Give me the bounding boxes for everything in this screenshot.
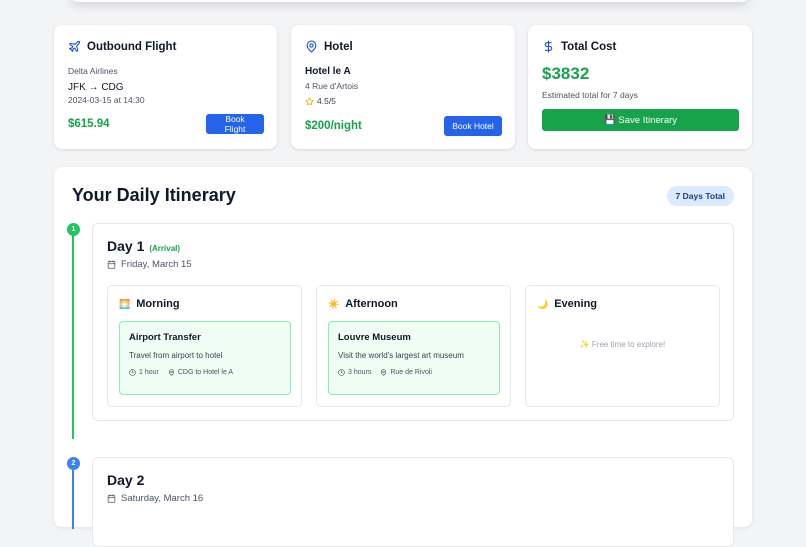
activity-duration-text: 1 hour xyxy=(139,369,159,376)
morning-label: Morning xyxy=(136,298,180,310)
afternoon-header: ☀️ Afternoon xyxy=(328,298,398,310)
plane-icon xyxy=(69,40,81,52)
day-1-title: Day 1 (Arrival) xyxy=(107,238,180,254)
day-2-card: Day 2 Saturday, March 16 xyxy=(92,457,734,547)
timeline-line-day-1 xyxy=(72,235,74,439)
activity-location: CDG to Hotel le A xyxy=(168,369,233,376)
calendar-icon xyxy=(107,494,116,503)
days-total-badge: 7 Days Total xyxy=(666,186,734,206)
flight-card-title: Outbound Flight xyxy=(87,40,177,53)
day-1-card: Day 1 (Arrival) Friday, March 15 🌅 Morni… xyxy=(92,223,734,421)
day-1-label: Day 1 xyxy=(107,238,145,254)
day-2-marker: 2 xyxy=(67,457,80,470)
activity-location-text: CDG to Hotel le A xyxy=(177,369,234,376)
cost-card: Total Cost $3832 Estimated total for 7 d… xyxy=(528,25,752,149)
book-flight-button[interactable]: Book Flight xyxy=(206,114,264,134)
day-1-tag: (Arrival) xyxy=(149,244,181,253)
clock-icon xyxy=(338,369,345,376)
morning-period: 🌅 Morning Airport Transfer Travel from a… xyxy=(107,285,302,407)
hotel-card-header: Hotel xyxy=(305,40,353,53)
itinerary-title: Your Daily Itinerary xyxy=(72,185,236,205)
book-hotel-button[interactable]: Book Hotel xyxy=(444,116,502,136)
map-pin-icon xyxy=(168,369,175,376)
activity-card-louvre-museum[interactable]: Louvre Museum Visit the world's largest … xyxy=(328,321,500,395)
activity-title: Louvre Museum xyxy=(338,332,411,343)
day-1-marker: 1 xyxy=(67,223,80,236)
activity-duration: 1 hour xyxy=(129,369,159,376)
itinerary-panel: Your Daily Itinerary 7 Days Total 1 2 Da… xyxy=(54,167,752,547)
afternoon-period: ☀️ Afternoon Louvre Museum Visit the wor… xyxy=(316,285,511,407)
map-pin-icon xyxy=(306,40,317,53)
evening-label: Evening xyxy=(554,298,598,310)
hotel-name: Hotel le A xyxy=(305,66,351,77)
flight-datetime: 2024-03-15 at 14:30 xyxy=(68,95,145,105)
hotel-price: $200/night xyxy=(305,120,362,132)
activity-duration: 3 hours xyxy=(338,369,371,376)
sunrise-icon: 🌅 xyxy=(119,298,131,309)
map-pin-icon xyxy=(381,369,387,376)
save-itinerary-button[interactable]: 💾 Save Itinerary xyxy=(542,109,739,131)
hotel-card-title: Hotel xyxy=(324,40,353,53)
cost-card-header: Total Cost xyxy=(542,40,616,53)
activity-duration-text: 3 hours xyxy=(348,369,372,376)
activity-title: Airport Transfer xyxy=(129,332,201,343)
flight-route: JFK → CDG xyxy=(68,82,124,93)
star-icon xyxy=(305,96,314,105)
morning-header: 🌅 Morning xyxy=(119,298,180,310)
timeline-line-day-2 xyxy=(72,469,74,529)
day-2-label: Day 2 xyxy=(107,472,145,488)
flight-card-header: Outbound Flight xyxy=(68,40,176,53)
clock-icon xyxy=(129,369,136,376)
afternoon-label: Afternoon xyxy=(345,298,398,310)
airline-name: Delta Airlines xyxy=(68,66,118,76)
hotel-rating: 4.5/5 xyxy=(305,96,336,106)
activity-meta: 3 hours Rue de Rivoli xyxy=(338,369,432,376)
previous-section-edge xyxy=(70,0,750,2)
evening-period: 🌙 Evening ✨ Free time to explore! xyxy=(525,285,720,407)
activity-description: Visit the world's largest art museum xyxy=(338,351,464,360)
activity-card-airport-transfer[interactable]: Airport Transfer Travel from airport to … xyxy=(119,321,291,395)
flight-price: $615.94 xyxy=(68,118,110,130)
day-2-title: Day 2 xyxy=(107,472,144,488)
dollar-icon xyxy=(544,40,553,53)
total-cost-amount: $3832 xyxy=(542,64,590,83)
calendar-icon xyxy=(107,260,116,269)
evening-header: 🌙 Evening xyxy=(537,298,597,310)
hotel-card: Hotel Hotel le A 4 Rue d'Artois 4.5/5 $2… xyxy=(291,25,515,149)
activity-location-text: Rue de Rivoli xyxy=(390,369,432,376)
day-2-date: Saturday, March 16 xyxy=(107,493,203,504)
cost-card-title: Total Cost xyxy=(561,40,617,53)
free-time-message: ✨ Free time to explore! xyxy=(579,340,666,349)
activity-description: Travel from airport to hotel xyxy=(129,351,223,360)
activity-location: Rue de Rivoli xyxy=(380,369,432,376)
hotel-rating-value: 4.5/5 xyxy=(317,96,336,106)
activity-meta: 1 hour CDG to Hotel le A xyxy=(129,369,233,376)
moon-icon: 🌙 xyxy=(537,298,549,309)
day-1-date-text: Friday, March 15 xyxy=(121,259,192,270)
hotel-address: 4 Rue d'Artois xyxy=(305,81,359,91)
day-2-date-text: Saturday, March 16 xyxy=(121,493,204,504)
flight-card: Outbound Flight Delta Airlines JFK → CDG… xyxy=(54,25,277,149)
total-cost-note: Estimated total for 7 days xyxy=(542,90,638,100)
day-1-date: Friday, March 15 xyxy=(107,259,192,270)
sun-icon: ☀️ xyxy=(328,298,340,309)
summary-cards: Outbound Flight Delta Airlines JFK → CDG… xyxy=(54,25,752,150)
